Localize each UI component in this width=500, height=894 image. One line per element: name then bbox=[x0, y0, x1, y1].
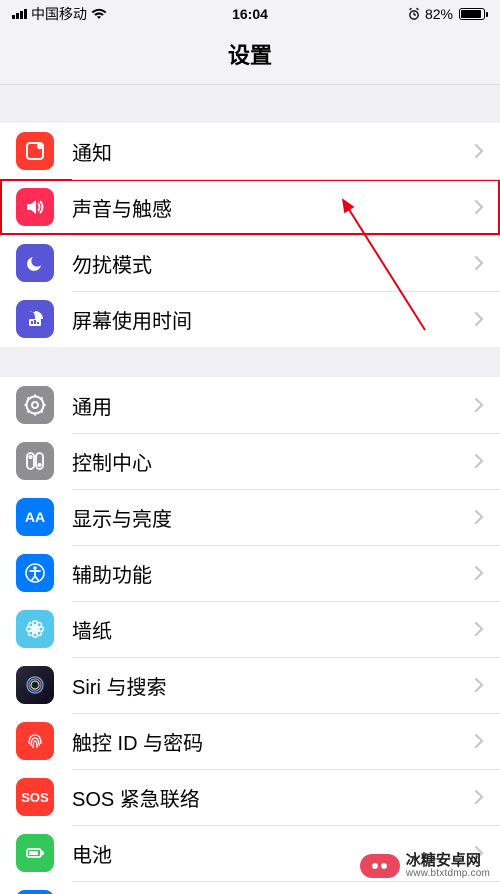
alarm-icon bbox=[407, 7, 421, 21]
watermark-url: www.btxtdmp.com bbox=[406, 869, 490, 880]
group-gap bbox=[0, 347, 500, 377]
chevron-right-icon bbox=[474, 509, 484, 525]
row-label: 辅助功能 bbox=[72, 559, 474, 588]
status-left: 中国移动 bbox=[12, 4, 107, 24]
svg-text:AA: AA bbox=[25, 509, 45, 525]
row-label: 勿扰模式 bbox=[72, 249, 474, 278]
chevron-right-icon bbox=[474, 199, 484, 215]
chevron-right-icon bbox=[474, 255, 484, 271]
row-label: 控制中心 bbox=[72, 447, 474, 476]
settings-list[interactable]: 通知 声音与触感 勿扰模式 屏幕使用时间 通用 控制中心 bbox=[0, 85, 500, 894]
status-bar: 中国移动 16:04 82% bbox=[0, 0, 500, 28]
chevron-right-icon bbox=[474, 565, 484, 581]
sounds-icon bbox=[16, 188, 54, 226]
chevron-right-icon bbox=[474, 621, 484, 637]
row-label: SOS 紧急联络 bbox=[72, 783, 474, 812]
chevron-right-icon bbox=[474, 143, 484, 159]
carrier-label: 中国移动 bbox=[31, 4, 87, 24]
row-sounds[interactable]: 声音与触感 bbox=[0, 179, 500, 235]
watermark: 冰糖安卓网 www.btxtdmp.com bbox=[360, 853, 490, 879]
row-accessibility[interactable]: 辅助功能 bbox=[0, 545, 500, 601]
row-privacy[interactable]: 隐私 bbox=[0, 881, 500, 894]
row-label: 通用 bbox=[72, 391, 474, 420]
row-label: 屏幕使用时间 bbox=[72, 305, 474, 334]
sos-icon: SOS bbox=[16, 778, 54, 816]
signal-icon bbox=[12, 9, 27, 19]
watermark-logo-icon bbox=[360, 854, 400, 878]
row-label: 触控 ID 与密码 bbox=[72, 727, 474, 756]
battery-icon bbox=[457, 8, 488, 20]
general-icon bbox=[16, 386, 54, 424]
row-screentime[interactable]: 屏幕使用时间 bbox=[0, 291, 500, 347]
row-label: Siri 与搜索 bbox=[72, 671, 474, 700]
row-label: 显示与亮度 bbox=[72, 503, 474, 532]
row-touchid[interactable]: 触控 ID 与密码 bbox=[0, 713, 500, 769]
row-label: 通知 bbox=[72, 137, 474, 166]
row-dnd[interactable]: 勿扰模式 bbox=[0, 235, 500, 291]
dnd-icon bbox=[16, 244, 54, 282]
row-notifications[interactable]: 通知 bbox=[0, 123, 500, 179]
chevron-right-icon bbox=[474, 453, 484, 469]
row-sos[interactable]: SOS SOS 紧急联络 bbox=[0, 769, 500, 825]
siri-icon bbox=[16, 666, 54, 704]
chevron-right-icon bbox=[474, 677, 484, 693]
privacy-icon bbox=[16, 890, 54, 894]
row-siri[interactable]: Siri 与搜索 bbox=[0, 657, 500, 713]
battery-percent: 82% bbox=[425, 6, 453, 22]
clock: 16:04 bbox=[232, 6, 268, 22]
chevron-right-icon bbox=[474, 733, 484, 749]
accessibility-icon bbox=[16, 554, 54, 592]
chevron-right-icon bbox=[474, 397, 484, 413]
display-icon: AA bbox=[16, 498, 54, 536]
controlcenter-icon bbox=[16, 442, 54, 480]
chevron-right-icon bbox=[474, 311, 484, 327]
notifications-icon bbox=[16, 132, 54, 170]
row-controlcenter[interactable]: 控制中心 bbox=[0, 433, 500, 489]
battery-menu-icon bbox=[16, 834, 54, 872]
page-title: 设置 bbox=[0, 28, 500, 85]
row-general[interactable]: 通用 bbox=[0, 377, 500, 433]
chevron-right-icon bbox=[474, 789, 484, 805]
watermark-name: 冰糖安卓网 bbox=[406, 853, 490, 869]
row-display[interactable]: AA 显示与亮度 bbox=[0, 489, 500, 545]
wifi-icon bbox=[91, 8, 107, 20]
row-label: 声音与触感 bbox=[72, 193, 474, 222]
screentime-icon bbox=[16, 300, 54, 338]
wallpaper-icon bbox=[16, 610, 54, 648]
row-label: 墙纸 bbox=[72, 615, 474, 644]
row-wallpaper[interactable]: 墙纸 bbox=[0, 601, 500, 657]
status-right: 82% bbox=[407, 6, 488, 22]
touchid-icon bbox=[16, 722, 54, 760]
group-gap bbox=[0, 85, 500, 123]
